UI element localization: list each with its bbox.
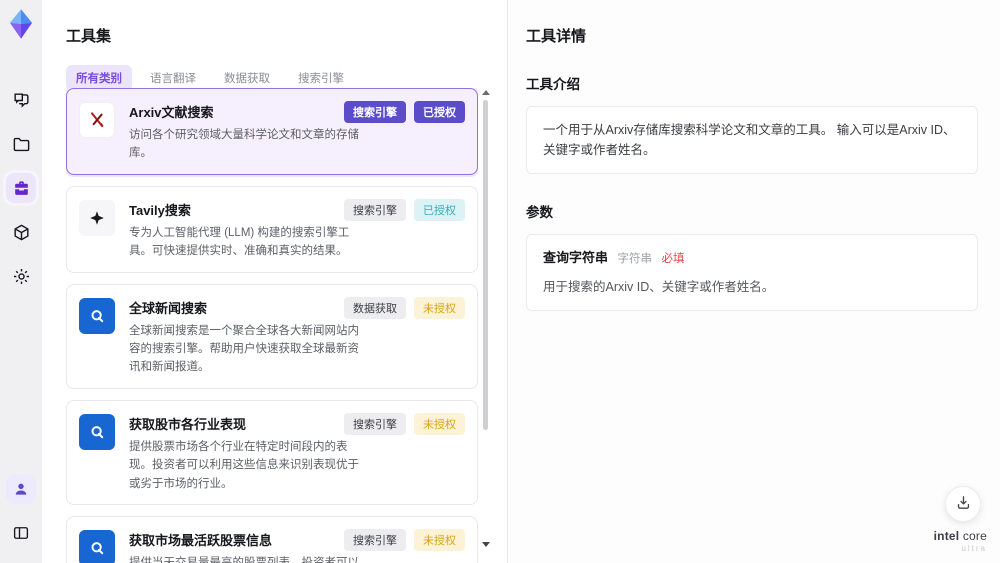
scrollbar-thumb[interactable]: [483, 100, 488, 430]
intro-text: 一个用于从Arxiv存储库搜索科学论文和文章的工具。 输入可以是Arxiv ID…: [526, 106, 978, 174]
settings-icon: [12, 267, 31, 286]
tool-description: 访问各个研究领域大量科学论文和文章的存储库。: [129, 129, 359, 160]
blue-q-logo-icon: [79, 528, 115, 563]
sidebar-item-tools[interactable]: [6, 173, 36, 203]
param-required-badge: 必填: [661, 253, 685, 265]
tool-detail-panel: 工具详情 工具介绍 一个用于从Arxiv存储库搜索科学论文和文章的工具。 输入可…: [507, 0, 1000, 563]
category-badge: 数据获取: [344, 296, 406, 319]
tool-badges: 搜索引擎 已授权: [344, 101, 465, 123]
tool-name: Tavily搜索: [129, 202, 191, 218]
tool-name: 全球新闻搜索: [129, 300, 208, 316]
list-scrollbar[interactable]: [481, 90, 490, 561]
tool-description: 专为人工智能代理 (LLM) 构建的搜索引擎工具。可快速提供实时、准确和真实的结…: [129, 226, 350, 258]
auth-status-badge: 已授权: [414, 101, 465, 123]
param-name: 查询字符串: [543, 250, 609, 265]
sidebar: [0, 0, 42, 563]
tool-card-4[interactable]: 获取市场最活跃股票信息提供当天交易量最高的股票列表，投资者可以利用这些信息来识别…: [66, 515, 478, 563]
auth-status-badge: 未授权: [414, 296, 465, 319]
download-icon: [955, 494, 972, 514]
tool-card-3[interactable]: 获取股市各行业表现提供股票市场各个行业在特定时间段内的表现。投资者可以利用这些信…: [66, 399, 478, 505]
intel-ultra-label: ultra: [961, 544, 987, 553]
tool-name: 获取市场最活跃股票信息: [129, 532, 273, 548]
sidebar-item-chat[interactable]: [6, 85, 36, 115]
sidebar-item-settings[interactable]: [6, 261, 36, 291]
tool-card-body: 全球新闻搜索全球新闻搜索是一个聚合全球各大新闻网站内容的搜索引擎。帮助用户快速获…: [129, 296, 367, 377]
scroll-up-icon[interactable]: [482, 90, 490, 95]
panel-layout-icon: [12, 524, 30, 542]
tool-card-body: 获取股市各行业表现提供股票市场各个行业在特定时间段内的表现。投资者可以利用这些信…: [129, 412, 367, 493]
param-type: 字符串: [617, 253, 653, 265]
tool-card-body: Arxiv文献搜索访问各个研究领域大量科学论文和文章的存储库。: [129, 100, 367, 163]
tool-card-0[interactable]: Arxiv文献搜索 访问各个研究领域大量科学论文和文章的存储库。 搜索引擎 已授权: [66, 88, 478, 175]
intel-core-wordmark: intel core: [933, 529, 987, 543]
sidebar-item-profile[interactable]: [6, 474, 36, 504]
tool-card-body: Tavily搜索专为人工智能代理 (LLM) 构建的搜索引擎工具。可快速提供实时…: [129, 198, 367, 261]
tool-badges: 搜索引擎 未授权: [344, 528, 465, 551]
tool-card-1[interactable]: Tavily搜索专为人工智能代理 (LLM) 构建的搜索引擎工具。可快速提供实时…: [66, 185, 478, 273]
param-card: 查询字符串 字符串 必填 用于搜索的Arxiv ID、关键字或作者姓名。: [526, 234, 978, 311]
param-header: 查询字符串 字符串 必填: [543, 248, 961, 269]
arxiv-logo-icon: [79, 100, 115, 163]
auth-status-badge: 未授权: [414, 412, 465, 435]
tool-badges: 搜索引擎 已授权: [344, 198, 465, 221]
sidebar-item-models[interactable]: [6, 217, 36, 247]
tool-badges: 数据获取 未授权: [344, 296, 465, 319]
intel-core-logo: intel core ultra: [934, 530, 987, 553]
app-logo-icon: [6, 8, 36, 40]
category-badge: 搜索引擎: [344, 198, 406, 221]
detail-title: 工具详情: [526, 28, 587, 45]
sidebar-item-files[interactable]: [6, 129, 36, 159]
star-logo-icon: [79, 198, 115, 261]
blue-q-logo-icon: [79, 296, 115, 377]
tool-description: 全球新闻搜索是一个聚合全球各大新闻网站内容的搜索引擎。帮助用户快速获取全球最新资…: [129, 324, 359, 374]
tool-name: 获取股市各行业表现: [129, 416, 247, 432]
toolbox-icon: [12, 179, 31, 198]
category-badge: 搜索引擎: [344, 101, 406, 123]
sidebar-item-collapse[interactable]: [6, 518, 36, 548]
blue-q-logo-icon: [79, 412, 115, 493]
scroll-down-icon[interactable]: [482, 542, 490, 547]
download-button[interactable]: [945, 486, 981, 522]
params-heading: 参数: [526, 205, 553, 220]
folder-icon: [12, 135, 31, 154]
auth-status-badge: 未授权: [414, 528, 465, 551]
page-title: 工具集: [66, 28, 112, 45]
tool-badges: 搜索引擎 未授权: [344, 412, 465, 435]
auth-status-badge: 已授权: [414, 198, 465, 221]
tool-card-2[interactable]: 全球新闻搜索全球新闻搜索是一个聚合全球各大新闻网站内容的搜索引擎。帮助用户快速获…: [66, 283, 478, 389]
tool-description: 提供股票市场各个行业在特定时间段内的表现。投资者可以利用这些信息来识别表现优于或…: [129, 440, 359, 490]
param-description: 用于搜索的Arxiv ID、关键字或作者姓名。: [543, 279, 775, 294]
tool-list: Arxiv文献搜索 访问各个研究领域大量科学论文和文章的存储库。 搜索引擎 已授权 Ta…: [66, 88, 478, 563]
intro-heading: 工具介绍: [526, 77, 580, 92]
tool-list-panel: 工具集 所有类别 语言翻译 数据获取 搜索引擎 Arxiv文献搜索 访问各个研究领域大量…: [42, 0, 507, 563]
category-badge: 搜索引擎: [344, 528, 406, 551]
tool-description: 提供当天交易量最高的股票列表，投资者可以利用这些信息来识别流动性强的股票和潜在的…: [129, 556, 359, 563]
cube-icon: [12, 223, 31, 242]
chat-icon: [12, 91, 31, 110]
category-badge: 搜索引擎: [344, 412, 406, 435]
tool-card-body: 获取市场最活跃股票信息提供当天交易量最高的股票列表，投资者可以利用这些信息来识别…: [129, 528, 367, 563]
tool-name: Arxiv文献搜索: [129, 105, 214, 120]
user-icon: [12, 480, 30, 498]
